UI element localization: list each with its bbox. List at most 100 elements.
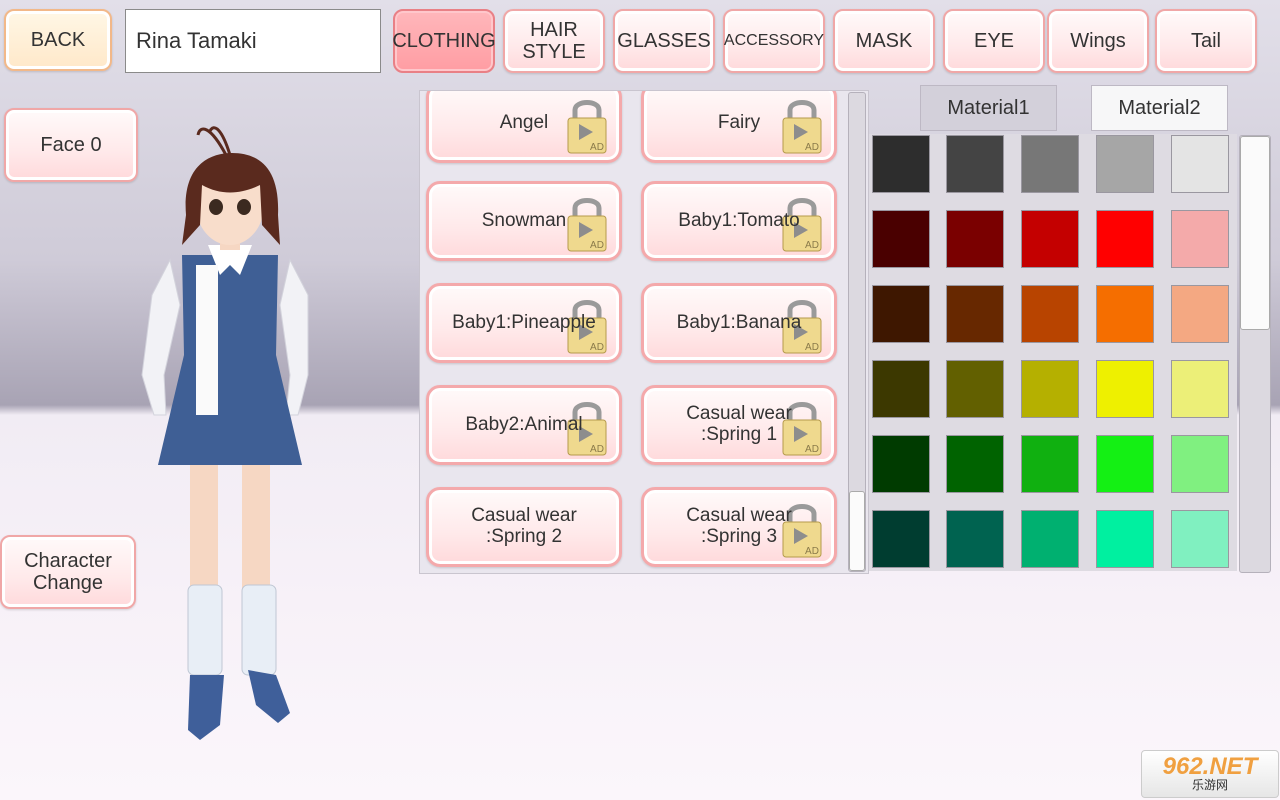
color-swatch[interactable] <box>1021 360 1079 418</box>
right-leg <box>242 455 270 595</box>
ad-lock-icon: AD <box>567 100 607 154</box>
right-eye <box>237 199 251 215</box>
left-sock <box>187 584 223 676</box>
ad-lock-icon: AD <box>567 198 607 252</box>
right-shoe <box>248 670 290 723</box>
tab-label: Wings <box>1070 30 1126 52</box>
color-swatch[interactable] <box>1021 210 1079 268</box>
outfit-item[interactable]: Casual wear :Spring 1 AD <box>641 385 837 465</box>
color-swatch[interactable] <box>1171 435 1229 493</box>
color-swatch[interactable] <box>872 510 930 568</box>
material1-button[interactable]: Material1 <box>920 85 1057 131</box>
material2-label: Material2 <box>1118 96 1201 119</box>
left-eye <box>209 199 223 215</box>
color-swatch[interactable] <box>1021 510 1079 568</box>
tab-eye[interactable]: EYE <box>943 9 1045 73</box>
color-swatch[interactable] <box>1096 285 1154 343</box>
color-swatch[interactable] <box>946 435 1004 493</box>
tab-glasses[interactable]: GLASSES <box>613 9 715 73</box>
ad-badge: AD <box>590 142 604 153</box>
outfit-list-panel[interactable]: Angel AD Fairy AD Snowman AD Baby1:Tomato AD Bab… <box>419 90 869 574</box>
color-swatch[interactable] <box>1171 360 1229 418</box>
color-swatch[interactable] <box>872 435 930 493</box>
ad-badge: AD <box>805 142 819 153</box>
color-swatch[interactable] <box>1171 210 1229 268</box>
color-swatch[interactable] <box>872 285 930 343</box>
tab-label: MASK <box>855 30 913 52</box>
color-swatch[interactable] <box>1021 435 1079 493</box>
color-swatch[interactable] <box>1096 360 1154 418</box>
tab-label: CLOTHING <box>392 30 496 52</box>
tab-label: HAIR STYLE <box>522 19 586 63</box>
ad-badge: AD <box>805 444 819 455</box>
outfit-item[interactable]: Fairy AD <box>641 91 837 163</box>
outfit-item-label: Snowman <box>481 209 567 231</box>
back-button[interactable]: BACK <box>4 9 112 71</box>
color-swatch[interactable] <box>872 135 930 193</box>
back-button-label: BACK <box>30 29 86 51</box>
color-swatch[interactable] <box>946 210 1004 268</box>
material2-button[interactable]: Material2 <box>1091 85 1228 131</box>
outfit-item[interactable]: Baby1:Banana AD <box>641 283 837 363</box>
color-swatch[interactable] <box>872 210 930 268</box>
outfit-item[interactable]: Baby1:Tomato AD <box>641 181 837 261</box>
color-swatch[interactable] <box>946 360 1004 418</box>
watermark-main: 962.NET <box>1162 753 1258 781</box>
bow-tail <box>196 265 218 415</box>
outfit-item[interactable]: Snowman AD <box>426 181 622 261</box>
palette-scrollbar[interactable] <box>1239 135 1271 573</box>
outfit-item-label: Casual wear :Spring 3 <box>686 505 792 547</box>
color-swatch[interactable] <box>1171 135 1229 193</box>
color-swatch[interactable] <box>1171 510 1229 568</box>
tab-mask[interactable]: MASK <box>833 9 935 73</box>
outfit-list-scroll-thumb[interactable] <box>849 491 865 571</box>
outfit-item[interactable]: Baby1:Pineapple AD <box>426 283 622 363</box>
color-swatch[interactable] <box>946 135 1004 193</box>
palette-scroll-thumb[interactable] <box>1240 136 1270 330</box>
ad-badge: AD <box>805 342 819 353</box>
character-name-input[interactable]: Rina Tamaki <box>125 9 381 73</box>
tab-clothing[interactable]: CLOTHING <box>392 9 496 73</box>
outfit-list-scrollbar[interactable] <box>848 92 866 572</box>
color-swatch[interactable] <box>946 510 1004 568</box>
watermark-sub: 乐游网 <box>1191 778 1228 793</box>
tab-tail[interactable]: Tail <box>1155 9 1257 73</box>
ad-badge: AD <box>590 342 604 353</box>
outfit-item[interactable]: Baby2:Animal AD <box>426 385 622 465</box>
dress <box>158 255 302 465</box>
site-watermark: 962.NET 乐游网 <box>1141 750 1279 798</box>
ad-badge: AD <box>805 546 819 557</box>
material1-label: Material1 <box>947 96 1030 119</box>
character-model <box>141 126 309 740</box>
outfit-item[interactable]: Angel AD <box>426 91 622 163</box>
color-swatch[interactable] <box>872 360 930 418</box>
outfit-item-label: Fairy <box>717 111 761 133</box>
color-swatch[interactable] <box>1096 510 1154 568</box>
tab-hair-style[interactable]: HAIR STYLE <box>503 9 605 73</box>
color-swatch[interactable] <box>946 285 1004 343</box>
ahoge <box>196 126 232 156</box>
outfit-item-label: Casual wear :Spring 1 <box>686 403 792 445</box>
face-value: 0 <box>90 134 102 156</box>
outfit-item-label: Angel <box>499 111 549 133</box>
ad-lock-icon: AD <box>782 100 822 154</box>
tab-label: ACCESSORY <box>723 32 825 50</box>
face-button[interactable]: Face 0 <box>4 108 138 182</box>
outfit-item-label: Baby1:Tomato <box>678 209 800 231</box>
face-label: Face <box>40 134 85 156</box>
tab-accessory[interactable]: ACCESSORY <box>723 9 825 73</box>
color-swatch[interactable] <box>1171 285 1229 343</box>
color-swatch[interactable] <box>1096 210 1154 268</box>
outfit-item[interactable]: Casual wear :Spring 3 AD <box>641 487 837 567</box>
tab-label: EYE <box>973 30 1015 52</box>
character-change-label: Character Change <box>24 550 112 594</box>
color-swatch[interactable] <box>1096 435 1154 493</box>
tab-wings[interactable]: Wings <box>1047 9 1149 73</box>
color-swatch[interactable] <box>1021 285 1079 343</box>
color-swatch[interactable] <box>1096 135 1154 193</box>
character-change-button[interactable]: Character Change <box>0 535 136 609</box>
left-leg <box>190 455 218 595</box>
outfit-item[interactable]: Casual wear :Spring 2 <box>426 487 622 567</box>
color-swatch[interactable] <box>1021 135 1079 193</box>
right-sock <box>241 584 277 676</box>
